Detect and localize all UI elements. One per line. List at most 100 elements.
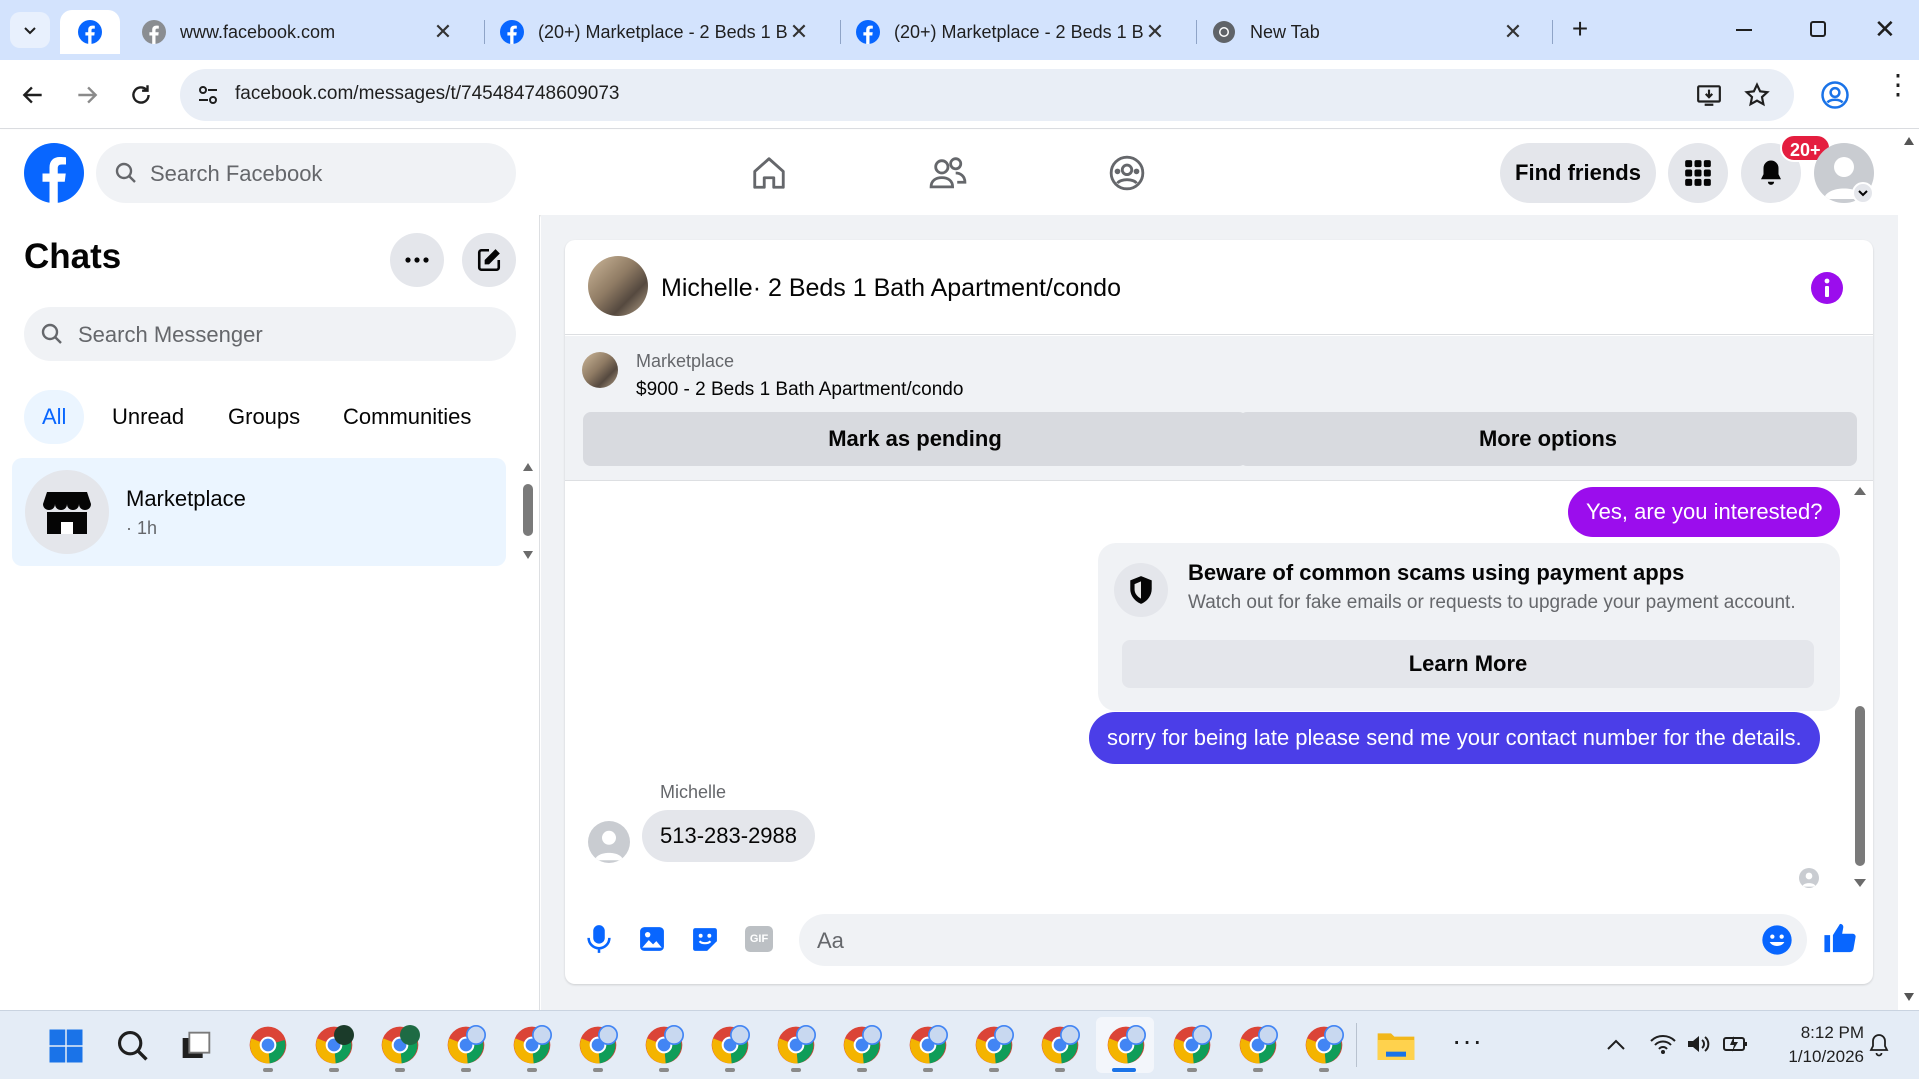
minimize-icon[interactable] [1736,29,1752,31]
back-arrow-icon[interactable] [20,82,46,108]
chat-options-button[interactable] [390,233,444,287]
facebook-search-input[interactable]: Search Facebook [96,143,516,203]
menu-button[interactable] [1668,143,1728,203]
chrome-taskbar-icon[interactable] [644,1025,684,1065]
forward-arrow-icon[interactable] [74,82,100,108]
chrome-taskbar-icon[interactable] [1238,1025,1278,1065]
thumbs-up-icon[interactable] [1823,921,1857,955]
close-tab-icon[interactable]: ✕ [432,19,454,45]
browser-tab-4[interactable]: (20+) Marketplace - 2 Beds 1 Bath ✕ [842,10,1180,54]
clock-date[interactable]: 1/10/2026 [1764,1047,1864,1067]
info-button[interactable] [1811,272,1843,304]
facebook-logo-icon[interactable] [24,143,84,203]
volume-icon[interactable] [1686,1033,1712,1055]
friends-icon[interactable] [928,154,968,192]
facebook-icon [856,20,880,44]
chrome-taskbar-icon[interactable] [380,1025,420,1065]
conversation-title[interactable]: Michelle· 2 Beds 1 Bath Apartment/condo [661,274,1121,303]
browser-tab-2[interactable]: www.facebook.com ✕ [128,10,468,54]
warning-title: Beware of common scams using payment app… [1188,560,1685,585]
file-explorer-icon[interactable] [1376,1025,1416,1065]
chrome-taskbar-icon[interactable] [974,1025,1014,1065]
chats-sidebar: Chats Search Messenger All Unread Groups… [0,215,540,1010]
more-apps-icon[interactable]: ··· [1452,1025,1483,1057]
marketplace-store-icon [43,492,91,534]
close-tab-icon[interactable]: ✕ [1144,19,1166,45]
chrome-taskbar-icon[interactable] [314,1025,354,1065]
listing-banner: Marketplace $900 - 2 Beds 1 Bath Apartme… [565,336,1873,481]
mark-as-pending-button[interactable]: Mark as pending [583,412,1247,466]
outgoing-message[interactable]: sorry for being late please send me your… [1089,712,1820,764]
chrome-taskbar-icon[interactable] [578,1025,618,1065]
photo-icon[interactable] [639,926,665,952]
chrome-taskbar-icon[interactable] [1040,1025,1080,1065]
incoming-message[interactable]: 513-283-2988 [642,810,816,862]
clock-time[interactable]: 8:12 PM [1772,1023,1864,1043]
gif-icon[interactable]: GIF [745,926,773,952]
close-window-icon[interactable]: ✕ [1874,14,1896,45]
more-options-button[interactable]: More options [1239,412,1857,466]
chrome-taskbar-icon[interactable] [776,1025,816,1065]
outgoing-message[interactable]: Yes, are you interested? [1568,487,1841,537]
close-tab-icon[interactable]: ✕ [788,19,810,45]
notification-center-icon[interactable] [1868,1033,1890,1057]
listing-thumbnail[interactable] [588,256,648,316]
shield-icon [1130,576,1152,604]
reload-icon[interactable] [128,82,154,108]
task-view-icon[interactable] [180,1031,212,1061]
learn-more-button[interactable]: Learn More [1122,640,1814,688]
messenger-search-input[interactable]: Search Messenger [24,307,516,361]
filter-communities[interactable]: Communities [325,390,489,444]
emoji-icon[interactable] [1761,924,1793,956]
chat-list-item[interactable]: Marketplace · 1h [12,458,506,566]
listing-title[interactable]: $900 - 2 Beds 1 Bath Apartment/condo [636,379,963,401]
show-hidden-icons[interactable] [1606,1037,1626,1051]
microphone-icon[interactable] [585,924,613,954]
windows-start-icon[interactable] [48,1028,84,1064]
marketplace-avatar [25,470,109,554]
browser-tab-1[interactable] [60,10,120,54]
browser-tab-3[interactable]: (20+) Marketplace - 2 Beds 1 Bath ✕ [486,10,824,54]
chrome-taskbar-icon[interactable] [248,1025,288,1065]
new-tab-button[interactable]: + [1564,14,1596,46]
chevron-down-icon [24,27,36,35]
sender-avatar[interactable] [588,821,630,863]
page-scrollbar[interactable] [1898,130,1919,1010]
chrome-taskbar-icon[interactable] [710,1025,750,1065]
filter-unread[interactable]: Unread [94,390,202,444]
groups-icon[interactable] [1108,154,1146,192]
sidebar-scrollbar[interactable] [522,462,534,782]
chrome-taskbar-icon[interactable] [842,1025,882,1065]
account-chevron-icon[interactable] [1852,182,1874,204]
sticker-icon[interactable] [691,926,719,952]
battery-icon[interactable] [1722,1033,1750,1055]
chrome-taskbar-icon[interactable] [1304,1025,1344,1065]
chrome-taskbar-icon[interactable] [1172,1025,1212,1065]
tab-title: (20+) Marketplace - 2 Beds 1 Bath [894,21,1144,42]
home-icon[interactable] [750,154,788,192]
chrome-taskbar-icon[interactable] [446,1025,486,1065]
bookmark-star-icon[interactable] [1744,82,1770,108]
taskbar-search-icon[interactable] [116,1029,150,1063]
chat-name: Marketplace [126,486,246,511]
restore-icon[interactable] [1810,21,1826,37]
new-message-button[interactable] [462,233,516,287]
messages-scrollbar[interactable] [1853,486,1867,890]
chrome-taskbar-icon[interactable] [908,1025,948,1065]
profile-icon[interactable] [1820,80,1850,110]
address-bar[interactable]: facebook.com/messages/t/745484748609073 [180,69,1794,121]
browser-menu-icon[interactable]: ⋮ [1884,71,1912,99]
wifi-icon[interactable] [1650,1033,1676,1055]
message-input[interactable]: Aa [799,914,1807,966]
tab-search-button[interactable] [10,12,50,48]
close-tab-icon[interactable]: ✕ [1502,19,1524,45]
chrome-icon [1213,21,1235,43]
browser-tab-5[interactable]: New Tab ✕ [1198,10,1538,54]
chrome-taskbar-icon[interactable] [512,1025,552,1065]
chrome-taskbar-icon-active[interactable] [1106,1025,1146,1065]
filter-groups[interactable]: Groups [210,390,318,444]
install-app-icon[interactable] [1696,82,1722,108]
site-settings-icon[interactable] [196,83,220,107]
find-friends-button[interactable]: Find friends [1500,143,1656,203]
filter-all[interactable]: All [24,390,85,444]
